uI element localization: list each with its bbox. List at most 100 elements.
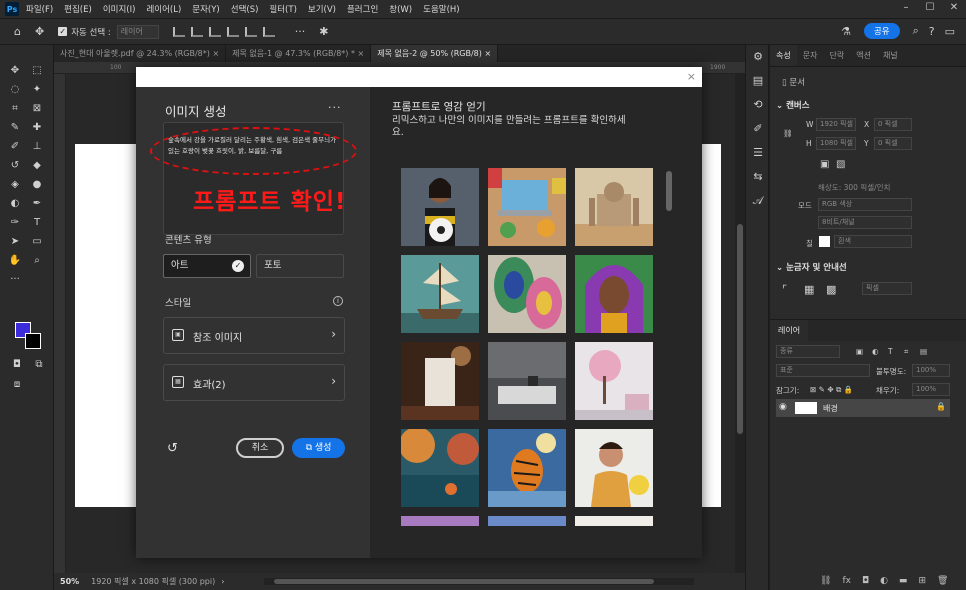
- menu-help[interactable]: 도움말(H): [423, 3, 459, 15]
- adjustment-layer-icon[interactable]: ◐: [880, 576, 888, 586]
- chevron-down-icon[interactable]: ⌄: [776, 101, 786, 111]
- filter-adjustment-icon[interactable]: ◐: [872, 347, 879, 356]
- screen-mode-icon[interactable]: ⧉: [30, 357, 48, 373]
- cancel-button[interactable]: 취소: [236, 438, 284, 458]
- stamp-icon[interactable]: ⊥: [28, 139, 46, 155]
- properties-panel-icon[interactable]: ⚙: [746, 45, 770, 69]
- filter-pixel-icon[interactable]: ▣: [856, 347, 863, 356]
- bit-depth-dropdown[interactable]: 8비트/채널: [818, 216, 912, 229]
- thumbnail-soccer-player[interactable]: [401, 168, 479, 246]
- filter-type-icon[interactable]: T: [888, 347, 893, 356]
- tab-close-icon[interactable]: ×: [358, 49, 365, 58]
- search-icon[interactable]: ⌕: [913, 24, 919, 38]
- auto-select-checkbox[interactable]: ✓: [58, 27, 68, 36]
- fill-color-swatch[interactable]: [819, 236, 830, 247]
- align-right-icon[interactable]: [208, 26, 221, 37]
- menu-image[interactable]: 이미지(I): [103, 3, 136, 15]
- link-layers-icon[interactable]: ⛓: [820, 576, 831, 586]
- menu-filter[interactable]: 필터(T): [269, 3, 296, 15]
- menu-file[interactable]: 파일(F): [26, 3, 53, 15]
- brush-icon[interactable]: ✐: [6, 139, 24, 155]
- type-icon[interactable]: T: [28, 215, 46, 231]
- thumbnail-desert-palace[interactable]: [575, 168, 653, 246]
- path-select-icon[interactable]: ➤: [6, 234, 24, 250]
- workspace-icon[interactable]: ▭: [945, 25, 955, 38]
- y-field[interactable]: 0 픽셀: [874, 137, 912, 150]
- horizontal-scrollbar[interactable]: [264, 578, 694, 585]
- thumbnail-portrait-woman[interactable]: [575, 255, 653, 333]
- zoom-level[interactable]: 50%: [60, 577, 79, 586]
- filter-smart-icon[interactable]: ▤: [920, 347, 927, 356]
- marquee-icon[interactable]: ⬚: [28, 63, 46, 79]
- thumbnail-man-yellow-flowers[interactable]: [575, 429, 653, 507]
- thumbnail-pink-tree-room[interactable]: [575, 342, 653, 420]
- thumbnail-partial-3[interactable]: [575, 516, 653, 526]
- add-mask-icon[interactable]: ◘: [862, 576, 869, 586]
- align-middle-icon[interactable]: [244, 26, 257, 37]
- layer-row-background[interactable]: ◉ 배경 🔒: [776, 399, 950, 417]
- thumbnail-peacock-feather[interactable]: [488, 255, 566, 333]
- x-field[interactable]: 0 픽셀: [874, 118, 912, 131]
- tab-document-1[interactable]: 사진_현대 아울렛.pdf @ 24.3% (RGB/8*) ×: [54, 45, 227, 62]
- info-icon[interactable]: i: [333, 296, 343, 306]
- content-type-photo-button[interactable]: 포토: [256, 254, 344, 278]
- background-color-swatch[interactable]: [25, 333, 41, 349]
- visibility-eye-icon[interactable]: ◉: [779, 402, 787, 412]
- align-top-icon[interactable]: [226, 26, 239, 37]
- fx-icon[interactable]: fx: [842, 576, 851, 586]
- dodge-icon[interactable]: ◐: [6, 196, 24, 212]
- thumbnail-tiger-water[interactable]: [488, 429, 566, 507]
- tab-paragraph[interactable]: 단락: [823, 45, 850, 66]
- blend-mode-dropdown[interactable]: 표준: [776, 364, 870, 377]
- pen-icon[interactable]: ✒: [28, 196, 46, 212]
- adjustments-icon[interactable]: ☰: [746, 141, 770, 165]
- dialog-close-icon[interactable]: ×: [687, 70, 696, 83]
- maximize-icon[interactable]: ☐: [918, 0, 942, 18]
- blur-icon[interactable]: ●: [28, 177, 46, 193]
- generate-button[interactable]: ⧉ 생성: [292, 438, 345, 458]
- thumbnail-sailing-ship[interactable]: [401, 255, 479, 333]
- tab-properties[interactable]: 속성: [770, 45, 797, 66]
- frame-icon[interactable]: ⊠: [28, 101, 46, 117]
- flask-icon[interactable]: ⚗: [841, 25, 851, 38]
- width-field[interactable]: 1920 픽셀: [816, 118, 856, 131]
- more-options-icon[interactable]: ···: [295, 25, 306, 38]
- layer-filter-dropdown[interactable]: 종류: [776, 345, 840, 358]
- share-button[interactable]: 공유: [863, 23, 900, 39]
- reset-icon[interactable]: ↺: [167, 441, 178, 456]
- link-icon[interactable]: ⛓: [783, 129, 793, 138]
- tab-document-2[interactable]: 제목 없음-1 @ 47.3% (RGB/8*) * ×: [226, 45, 372, 62]
- help-icon[interactable]: ?: [929, 25, 935, 38]
- effects-button[interactable]: ▦ 효과(2) ›: [163, 364, 345, 401]
- 3d-mode-icon[interactable]: ✱: [319, 25, 328, 38]
- gradient-icon[interactable]: ◈: [6, 177, 24, 193]
- paths-icon[interactable]: ⇆: [746, 165, 770, 189]
- tab-channels[interactable]: 채널: [877, 45, 904, 66]
- move-tool-icon[interactable]: ✥: [35, 25, 44, 38]
- color-mode-dropdown[interactable]: RGB 색상: [818, 198, 912, 211]
- grid-icon[interactable]: ▦: [804, 283, 814, 296]
- menu-plugins[interactable]: 플러그인: [347, 3, 378, 15]
- align-center-icon[interactable]: [190, 26, 203, 37]
- move-icon[interactable]: ✥: [6, 63, 24, 79]
- scroll-thumb[interactable]: [666, 171, 672, 211]
- landscape-orientation-icon[interactable]: ▧: [836, 159, 845, 170]
- reference-image-button[interactable]: ▣ 참조 이미지 ›: [163, 317, 345, 354]
- tab-close-icon[interactable]: ×: [484, 49, 491, 58]
- align-left-icon[interactable]: [172, 26, 185, 37]
- edit-toolbar-icon[interactable]: ···: [6, 272, 24, 288]
- artboard-icon[interactable]: ⧈: [8, 377, 26, 393]
- menu-window[interactable]: 창(W): [389, 3, 412, 15]
- healing-icon[interactable]: ✚: [28, 120, 46, 136]
- tab-layers[interactable]: 레이어: [770, 320, 809, 342]
- menu-type[interactable]: 문자(Y): [192, 3, 219, 15]
- portrait-orientation-icon[interactable]: ▣: [820, 159, 829, 170]
- more-icon[interactable]: ···: [328, 101, 342, 114]
- inspiration-scrollbar[interactable]: [665, 163, 673, 525]
- history-icon[interactable]: ⟲: [746, 93, 770, 117]
- thumbnail-marble-table[interactable]: [488, 342, 566, 420]
- auto-select-dropdown[interactable]: 레이어: [116, 24, 159, 39]
- home-icon[interactable]: ⌂: [14, 25, 21, 38]
- delete-layer-icon[interactable]: 🗑: [937, 576, 948, 586]
- crop-icon[interactable]: ⌗: [6, 101, 24, 117]
